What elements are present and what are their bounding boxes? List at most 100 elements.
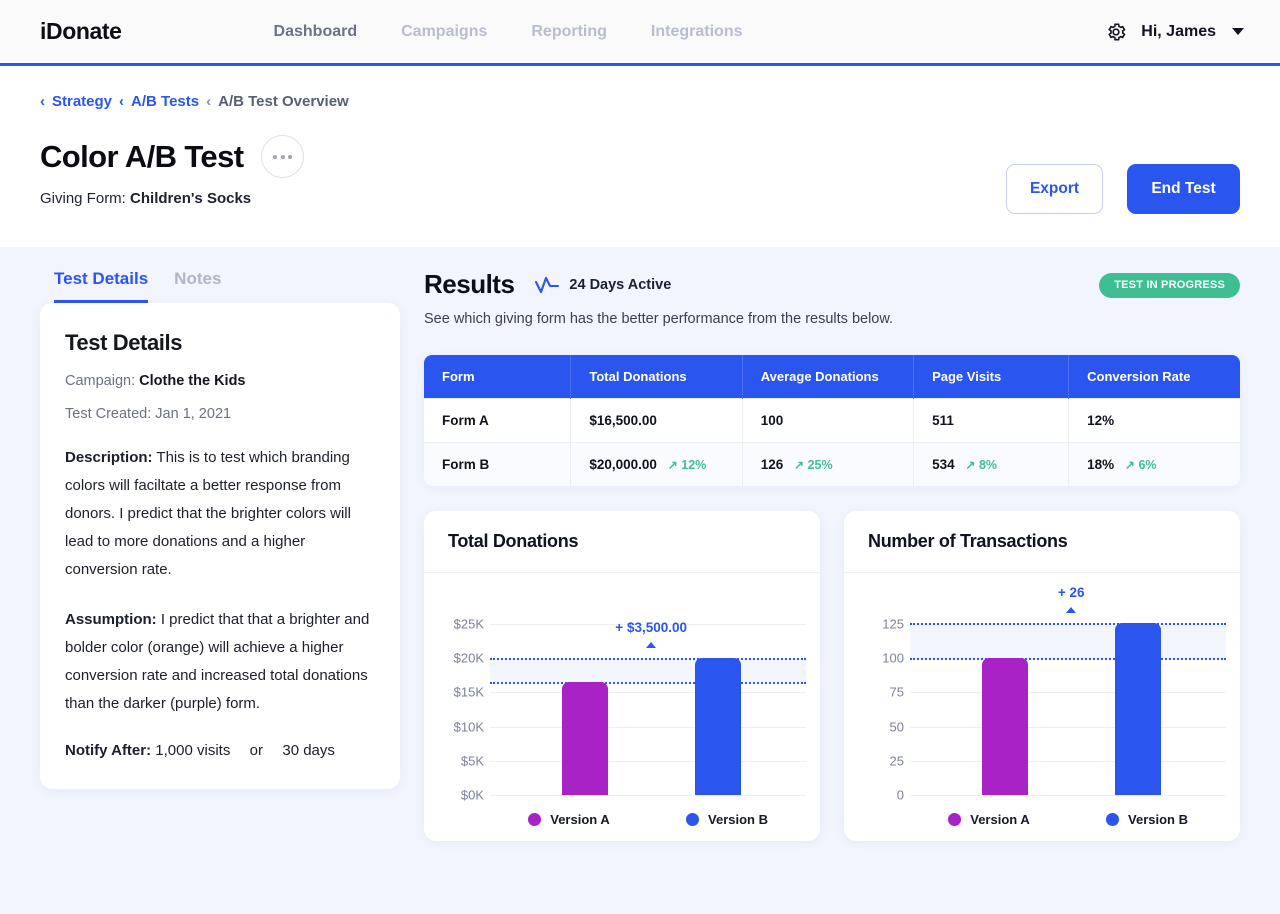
campaign-value: Clothe the Kids [139,373,245,389]
nav-item-dashboard[interactable]: Dashboard [274,23,358,41]
value-reference-line [490,682,806,684]
tab-notes[interactable]: Notes [174,269,221,303]
cell-form: Form B [424,443,571,487]
chart-title: Total Donations [448,531,796,552]
more-options-button[interactable] [261,135,304,178]
page-subheader: ‹ Strategy ‹ A/B Tests ‹ A/B Test Overvi… [0,66,1280,247]
y-axis-tick-label: $15K [454,685,484,700]
delta-value: 8% [979,458,997,472]
page-content: Test Details Notes Test Details Campaign… [0,247,1280,841]
breadcrumb-item-strategy[interactable]: Strategy [52,93,112,110]
legend-label: Version A [550,812,609,827]
legend-item-version-a: Version A [490,812,648,827]
legend-item-version-b: Version B [648,812,806,827]
difference-band [910,623,1226,659]
trend-up-icon: ↗ [965,458,975,472]
left-column: Test Details Notes Test Details Campaign… [40,269,400,841]
delta-badge: ↗ 6% [1125,458,1157,472]
delta-badge: ↗ 12% [668,458,707,472]
results-subtitle: See which giving form has the better per… [424,311,1240,327]
end-test-button[interactable]: End Test [1127,164,1240,214]
breadcrumb: ‹ Strategy ‹ A/B Tests ‹ A/B Test Overvi… [40,66,1240,110]
giving-form-label: Giving Form: [40,190,126,207]
cell-page-visits: 511 [914,399,1069,443]
legend-item-version-b: Version B [1068,812,1226,827]
nav-item-reporting[interactable]: Reporting [531,23,607,41]
trend-up-icon: ↗ [794,458,804,472]
chart-header: Total Donations [424,511,820,573]
notify-or-separator: or [250,742,263,759]
y-axis-tick-label: $5K [461,753,484,768]
value-reference-line [490,658,806,660]
ellipsis-icon [281,155,285,159]
top-navigation-bar: iDonate Dashboard Campaigns Reporting In… [0,0,1280,66]
y-axis-tick-label: $25K [454,617,484,632]
page-title: Color A/B Test [40,139,243,175]
table-header-row: Form Total Donations Average Donations P… [424,355,1240,399]
days-active-group: 24 Days Active [534,275,671,295]
cell-total-donations: $16,500.00 [571,399,742,443]
table-row: Form A $16,500.00 100 511 12% [424,399,1240,443]
activity-pulse-icon [534,275,560,295]
plot-grid: + $3,500.00 [490,607,806,795]
y-axis-tick-label: 100 [882,651,904,666]
test-created-value: Jan 1, 2021 [155,406,231,422]
cell-value: $20,000.00 [589,457,657,472]
breadcrumb-chevron-icon: ‹ [119,94,124,109]
header-actions: Export End Test [1006,164,1240,214]
assumption-paragraph: Assumption: I predict that that a bright… [65,606,375,718]
assumption-label: Assumption: [65,611,157,628]
campaign-label: Campaign: [65,373,135,389]
description-label: Description: [65,449,153,466]
chevron-down-icon[interactable] [1232,28,1244,35]
col-total-donations: Total Donations [571,355,742,399]
nav-item-integrations[interactable]: Integrations [651,23,743,41]
chart-title: Number of Transactions [868,531,1216,552]
bar-version-a [562,682,608,795]
results-heading: Results [424,269,514,300]
cell-value: 18% [1087,457,1114,472]
nav-item-campaigns[interactable]: Campaigns [401,23,487,41]
cell-value: 126 [761,457,784,472]
y-axis-tick-label: 50 [890,719,904,734]
breadcrumb-chevron-icon: ‹ [206,94,211,109]
y-axis: 1251007550250 [858,607,910,795]
grid-line [910,795,1226,796]
col-conversion-rate: Conversion Rate [1069,355,1240,399]
grid-line [490,692,806,693]
cell-form: Form A [424,399,571,443]
legend-label: Version A [970,812,1029,827]
tab-test-details[interactable]: Test Details [54,269,148,303]
y-axis: $25K$20K$15K$10K$5K$0K [438,607,490,795]
plot-grid: + 26 [910,607,1226,795]
cell-conversion-rate: 18% ↗ 6% [1069,443,1240,487]
legend-label: Version B [708,812,768,827]
gear-icon[interactable] [1105,21,1127,43]
cell-value: 534 [932,457,955,472]
table-row: Form B $20,000.00 ↗ 12% 126 ↗ 25% 534 ↗ … [424,443,1240,487]
breadcrumb-chevron-icon: ‹ [40,94,45,109]
y-axis-tick-label: 75 [890,685,904,700]
y-axis-tick-label: $10K [454,719,484,734]
difference-annotation-label: + $3,500.00 [615,620,687,635]
notify-after-label: Notify After: [65,742,151,759]
status-badge: TEST IN PROGRESS [1099,273,1240,298]
value-reference-line [910,623,1226,625]
cell-average-donations: 100 [742,399,913,443]
days-active-label: 24 Days Active [569,277,671,293]
breadcrumb-item-ab-tests[interactable]: A/B Tests [131,93,199,110]
difference-annotation-label: + 26 [1058,585,1085,600]
breadcrumb-item-current: A/B Test Overview [218,93,349,110]
app-logo[interactable]: iDonate [40,18,122,45]
ellipsis-icon [273,155,277,159]
cell-total-donations: $20,000.00 ↗ 12% [571,443,742,487]
delta-value: 25% [808,458,833,472]
legend-swatch-icon [1106,813,1119,826]
export-button[interactable]: Export [1006,164,1103,214]
difference-band [490,658,806,682]
legend-label: Version B [1128,812,1188,827]
user-greeting[interactable]: Hi, James [1141,23,1216,41]
legend-swatch-icon [686,813,699,826]
cell-average-donations: 126 ↗ 25% [742,443,913,487]
detail-tabs: Test Details Notes [40,269,400,303]
